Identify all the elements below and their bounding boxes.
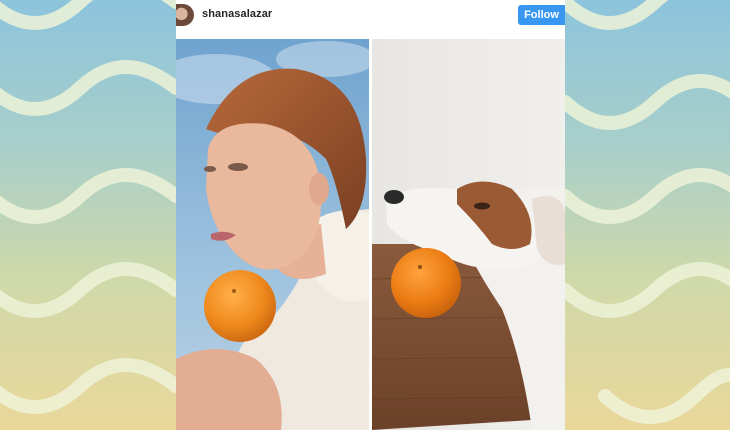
background-right	[565, 0, 730, 430]
instagram-post: shanasalazar Follow	[176, 0, 565, 430]
post-header: shanasalazar Follow	[176, 0, 565, 38]
username[interactable]: shanasalazar	[202, 8, 272, 20]
wave-pattern-right	[565, 0, 730, 424]
follow-button[interactable]: Follow	[518, 5, 565, 25]
avatar[interactable]	[176, 4, 194, 26]
background-left	[0, 0, 176, 430]
photo-woman[interactable]	[176, 39, 369, 430]
photo-woman-image	[176, 39, 369, 430]
wave-pattern-left	[0, 0, 176, 414]
photo-dog[interactable]	[372, 39, 565, 430]
photo-dog-image	[372, 39, 565, 430]
